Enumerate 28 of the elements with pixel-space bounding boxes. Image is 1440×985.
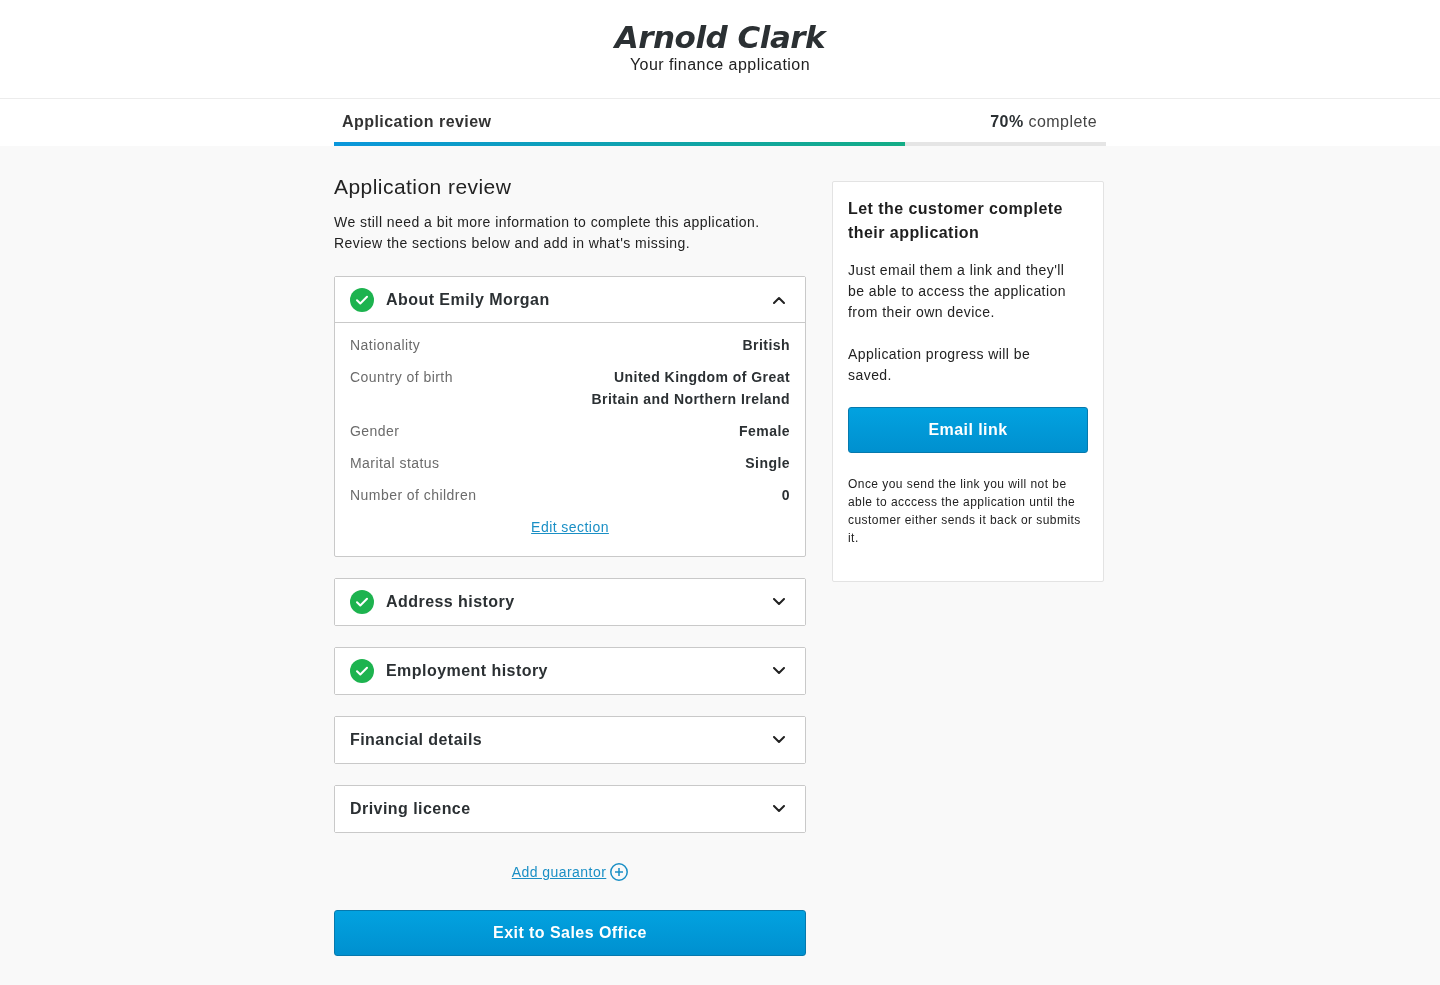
edit-section-link[interactable]: Edit section xyxy=(531,516,609,538)
page-subtitle: Your finance application xyxy=(629,55,811,75)
plus-circle-icon[interactable] xyxy=(610,863,629,881)
progress-status: 70% complete xyxy=(990,113,1097,131)
field-label: Country of birth xyxy=(350,368,453,387)
field-label: Number of children xyxy=(350,486,477,505)
field-label: Marital status xyxy=(350,454,440,473)
field-value: British xyxy=(742,336,790,355)
field-label: Gender xyxy=(350,422,400,441)
accordion-header[interactable]: Financial details xyxy=(335,717,805,763)
accordion-header[interactable]: Driving licence xyxy=(335,786,805,832)
step-label: Application review xyxy=(342,113,492,131)
field-value: Female xyxy=(739,422,790,441)
field-value: 0 xyxy=(781,486,790,505)
info-text: Application progress will be saved. xyxy=(848,345,1032,385)
field-value: Single xyxy=(745,454,790,473)
accordion-header[interactable]: Address history xyxy=(335,579,805,625)
add-guarantor-link[interactable]: Add guarantor xyxy=(511,861,607,883)
info-text: Just email them a link and they'll be able to access the application from their own device. xyxy=(848,261,1067,322)
panel-title: Let the customer complete their application xyxy=(848,199,1064,243)
intro-text: We still need a bit more information to complete this application. Review the sections below and add in what's missing. xyxy=(334,213,761,253)
brand-logo: Arnold Clark xyxy=(614,22,826,52)
field-value: United Kingdom of Great Britain and Northern Ireland xyxy=(590,368,790,409)
page-title: Application review xyxy=(334,174,513,200)
accordion-header[interactable]: About Emily Morgan xyxy=(335,277,805,323)
accordion-header[interactable]: Employment history xyxy=(335,648,805,694)
field-label: Nationality xyxy=(350,336,421,355)
note-text: Once you send the link you will not be able to acccess the application until the customer either sends it back or submits it. xyxy=(848,476,1082,547)
